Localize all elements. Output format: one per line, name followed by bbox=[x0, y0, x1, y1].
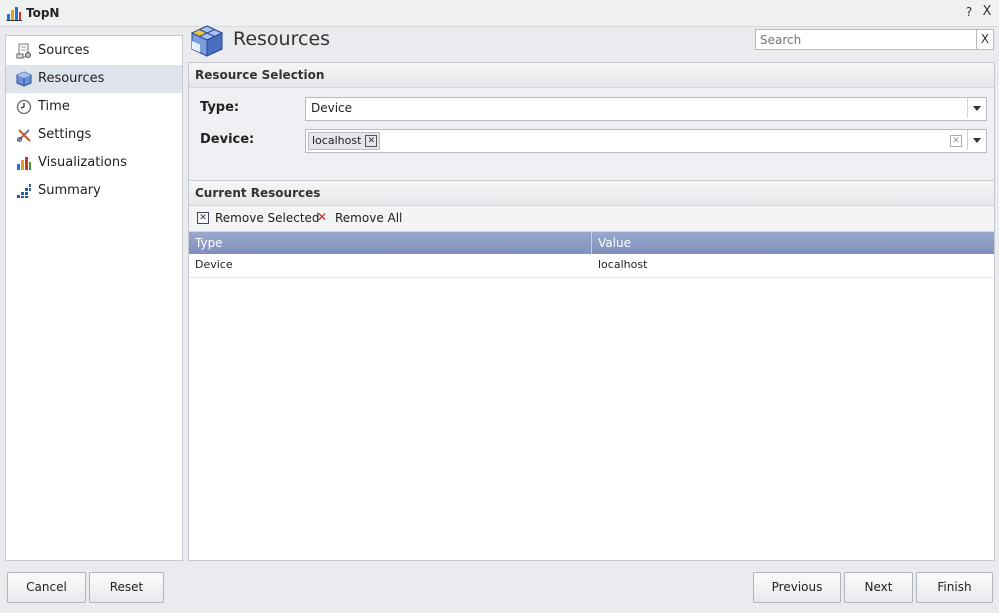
resources-table-header: Type Value bbox=[189, 232, 994, 254]
sidebar-item-sources[interactable]: Sources bbox=[6, 37, 182, 65]
next-button[interactable]: Next bbox=[844, 572, 913, 603]
type-label: Type: bbox=[200, 100, 240, 115]
clear-field-icon[interactable]: ✕ bbox=[950, 135, 962, 147]
type-select[interactable]: Device bbox=[305, 97, 987, 121]
search-input[interactable] bbox=[755, 29, 977, 50]
chevron-down-icon[interactable] bbox=[967, 130, 986, 150]
sidebar-item-visualizations[interactable]: Visualizations bbox=[6, 149, 182, 177]
window-title: TopN bbox=[26, 6, 60, 20]
type-cell: Device bbox=[195, 258, 233, 271]
sidebar-item-label: Sources bbox=[38, 43, 90, 58]
section-title: Resource Selection bbox=[195, 68, 325, 82]
checkbox-x-icon: ✕ bbox=[197, 212, 209, 224]
red-x-icon: ✕ bbox=[317, 210, 328, 224]
device-tag-label: localhost bbox=[312, 134, 362, 147]
sidebar-item-settings[interactable]: Settings bbox=[6, 121, 182, 149]
remove-all-label: Remove All bbox=[335, 211, 403, 225]
close-window-button[interactable]: X bbox=[980, 4, 994, 20]
remove-all-button[interactable]: ✕ Remove All bbox=[317, 206, 402, 230]
help-button[interactable]: ? bbox=[962, 5, 976, 21]
type-select-value: Device bbox=[311, 101, 353, 115]
remove-tag-icon[interactable]: ✕ bbox=[365, 135, 378, 147]
section-title: Current Resources bbox=[195, 186, 321, 200]
sidebar: Sources Resources Time Settings Visualiz… bbox=[5, 35, 183, 561]
sidebar-item-label: Time bbox=[38, 99, 70, 114]
sidebar-item-resources[interactable]: Resources bbox=[6, 65, 182, 93]
summary-icon bbox=[17, 184, 31, 198]
search-clear-button[interactable]: X bbox=[977, 29, 994, 50]
reset-button[interactable]: Reset bbox=[89, 572, 164, 603]
sidebar-item-summary[interactable]: Summary bbox=[6, 177, 182, 205]
sidebar-item-label: Resources bbox=[38, 71, 105, 86]
sidebar-item-label: Settings bbox=[38, 127, 92, 142]
previous-button[interactable]: Previous bbox=[753, 572, 841, 603]
column-header-value[interactable]: Value bbox=[592, 232, 994, 254]
resources-icon bbox=[16, 71, 32, 87]
remove-selected-button[interactable]: ✕ Remove Selected bbox=[197, 206, 320, 230]
chevron-down-icon[interactable] bbox=[967, 98, 986, 118]
topn-chart-icon bbox=[6, 7, 22, 21]
column-header-type[interactable]: Type bbox=[189, 232, 592, 254]
resources-toolbar: ✕ Remove Selected ✕ Remove All bbox=[189, 206, 994, 232]
settings-icon bbox=[17, 129, 31, 142]
sources-icon bbox=[16, 43, 31, 59]
value-cell: localhost bbox=[598, 258, 648, 271]
resource-selection-form: Type: Device Device: localhost ✕ ✕ bbox=[189, 88, 994, 181]
device-label: Device: bbox=[200, 132, 255, 147]
sidebar-item-time[interactable]: Time bbox=[6, 93, 182, 121]
resource-selection-header: Resource Selection bbox=[189, 63, 994, 88]
cancel-button[interactable]: Cancel bbox=[7, 572, 86, 603]
main-panel: Resource Selection Type: Device Device: … bbox=[188, 62, 995, 561]
device-tag: localhost ✕ bbox=[308, 132, 381, 150]
sidebar-item-label: Visualizations bbox=[38, 155, 127, 170]
title-bar bbox=[0, 0, 999, 27]
current-resources-header: Current Resources bbox=[189, 181, 994, 206]
bar-chart-icon bbox=[17, 157, 31, 170]
resources-icon bbox=[190, 25, 224, 57]
clock-icon bbox=[16, 99, 32, 115]
remove-selected-label: Remove Selected bbox=[215, 211, 320, 225]
table-row[interactable]: Device localhost bbox=[189, 254, 994, 278]
sidebar-item-label: Summary bbox=[38, 183, 101, 198]
finish-button[interactable]: Finish bbox=[916, 572, 993, 603]
page-title: Resources bbox=[233, 28, 331, 50]
device-multiselect[interactable]: localhost ✕ ✕ bbox=[305, 129, 987, 153]
